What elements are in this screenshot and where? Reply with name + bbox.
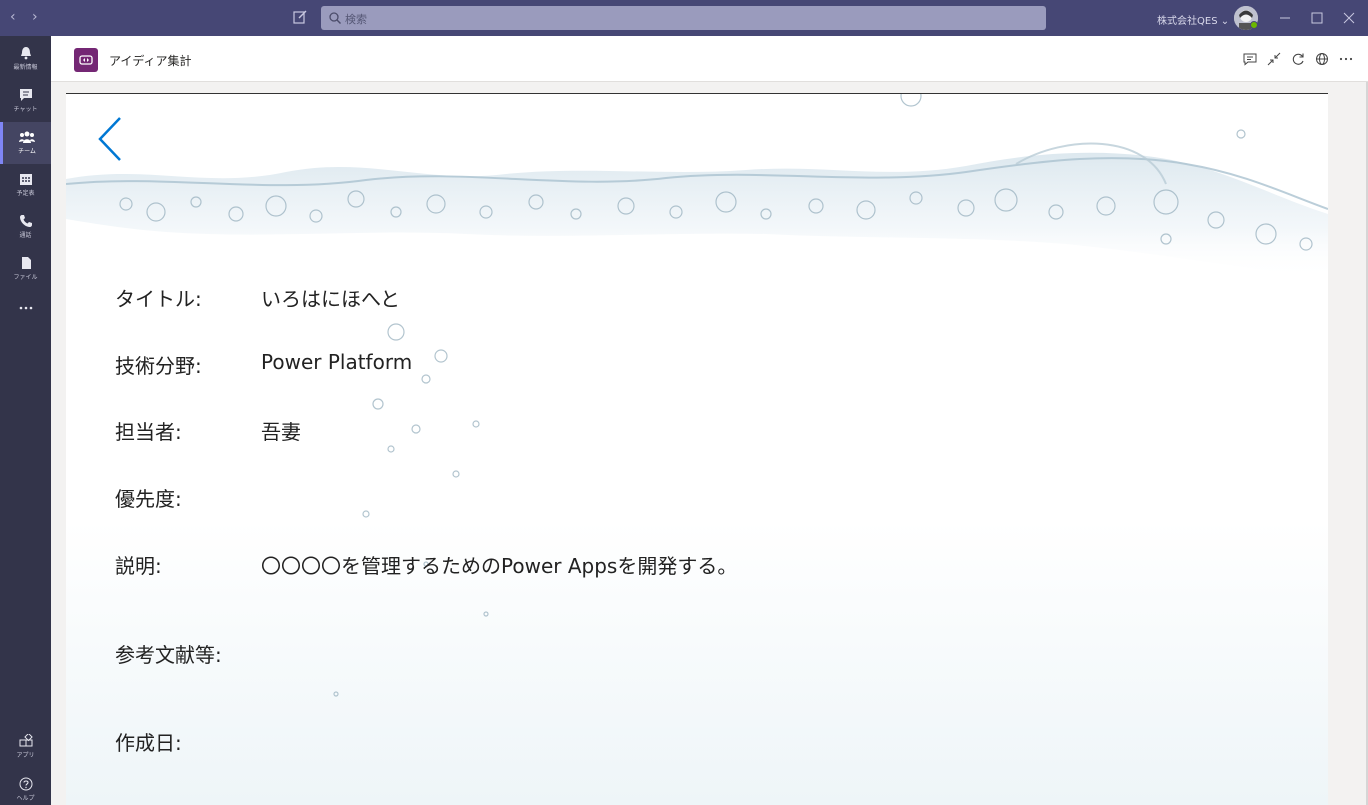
presence-indicator: [1250, 21, 1258, 29]
rail-item-label: ヘルプ: [16, 795, 35, 802]
org-switcher[interactable]: 株式会社QES ⌄: [1157, 12, 1229, 27]
chat-icon: [19, 89, 32, 101]
rail-item-label: チーム: [18, 148, 36, 155]
rail-item-activity[interactable]: 最新情報: [0, 38, 51, 80]
org-name: 株式会社QES: [1157, 16, 1218, 27]
compose-icon[interactable]: [292, 9, 308, 25]
search-placeholder: 検索: [345, 13, 367, 26]
priority-label: 優先度:: [115, 487, 182, 511]
back-arrow-icon[interactable]: [94, 114, 126, 164]
title-label: タイトル:: [115, 287, 202, 311]
rail-item-help[interactable]: ヘルプ: [0, 769, 51, 805]
description-label: 説明:: [115, 554, 162, 578]
rail-item-label: 予定表: [16, 190, 35, 197]
rail-item-teams[interactable]: チーム: [0, 122, 51, 164]
minimize-icon[interactable]: [1275, 8, 1295, 28]
more-options-icon[interactable]: [1339, 52, 1353, 66]
back-nav-icon[interactable]: ‹: [10, 9, 16, 25]
rail-item-chat[interactable]: チャット: [0, 80, 51, 122]
file-icon: [21, 257, 31, 269]
rail-item-label: 通話: [19, 232, 32, 239]
phone-icon: [19, 215, 32, 227]
search-input[interactable]: 検索: [321, 6, 1046, 30]
bell-icon: [20, 47, 31, 60]
app-header: アイディア集計: [51, 36, 1368, 82]
tech-area-label: 技術分野:: [115, 354, 202, 378]
tech-area-value: Power Platform: [261, 350, 413, 374]
more-icon: [19, 306, 32, 310]
maximize-icon[interactable]: [1307, 8, 1327, 28]
rail-item-more[interactable]: [0, 292, 51, 334]
forward-nav-icon[interactable]: ›: [32, 9, 38, 25]
rail-item-calendar[interactable]: 予定表: [0, 164, 51, 206]
help-icon: [19, 777, 32, 791]
created-date-label: 作成日:: [115, 731, 182, 755]
rail-item-label: アプリ: [16, 752, 35, 759]
title-value: いろはにほへと: [261, 287, 400, 311]
left-rail: 最新情報 チャット チーム 予定表 通話 ファイル アプリ ヘルプ: [0, 36, 51, 805]
search-icon: [329, 12, 341, 24]
apps-icon: [19, 734, 33, 747]
app-title: アイディア集計: [109, 54, 192, 68]
rail-item-calls[interactable]: 通話: [0, 206, 51, 248]
description-value: 〇〇〇〇を管理するためのPower Appsを開発する。: [261, 554, 738, 578]
water-splash-background: [66, 94, 1328, 697]
powerapps-logo-icon: [74, 48, 98, 72]
collapse-icon[interactable]: [1267, 52, 1281, 66]
rail-item-label: 最新情報: [13, 64, 38, 71]
teams-icon: [19, 131, 35, 143]
owner-value: 吾妻: [261, 420, 301, 444]
owner-label: 担当者:: [115, 420, 182, 444]
rail-item-label: チャット: [13, 106, 38, 113]
references-label: 参考文献等:: [115, 643, 222, 667]
close-icon[interactable]: [1339, 8, 1359, 28]
globe-icon[interactable]: [1315, 52, 1329, 66]
right-gutter: [1328, 82, 1368, 805]
rail-item-files[interactable]: ファイル: [0, 248, 51, 290]
rail-item-label: ファイル: [13, 274, 38, 281]
app-canvas: タイトル: いろはにほへと 技術分野: Power Platform 担当者: …: [66, 93, 1328, 805]
calendar-icon: [19, 174, 32, 185]
conversation-icon[interactable]: [1243, 52, 1257, 66]
title-bar: ‹ › 検索 株式会社QES ⌄: [0, 0, 1368, 36]
rail-item-apps[interactable]: アプリ: [0, 726, 51, 768]
refresh-icon[interactable]: [1291, 52, 1305, 66]
